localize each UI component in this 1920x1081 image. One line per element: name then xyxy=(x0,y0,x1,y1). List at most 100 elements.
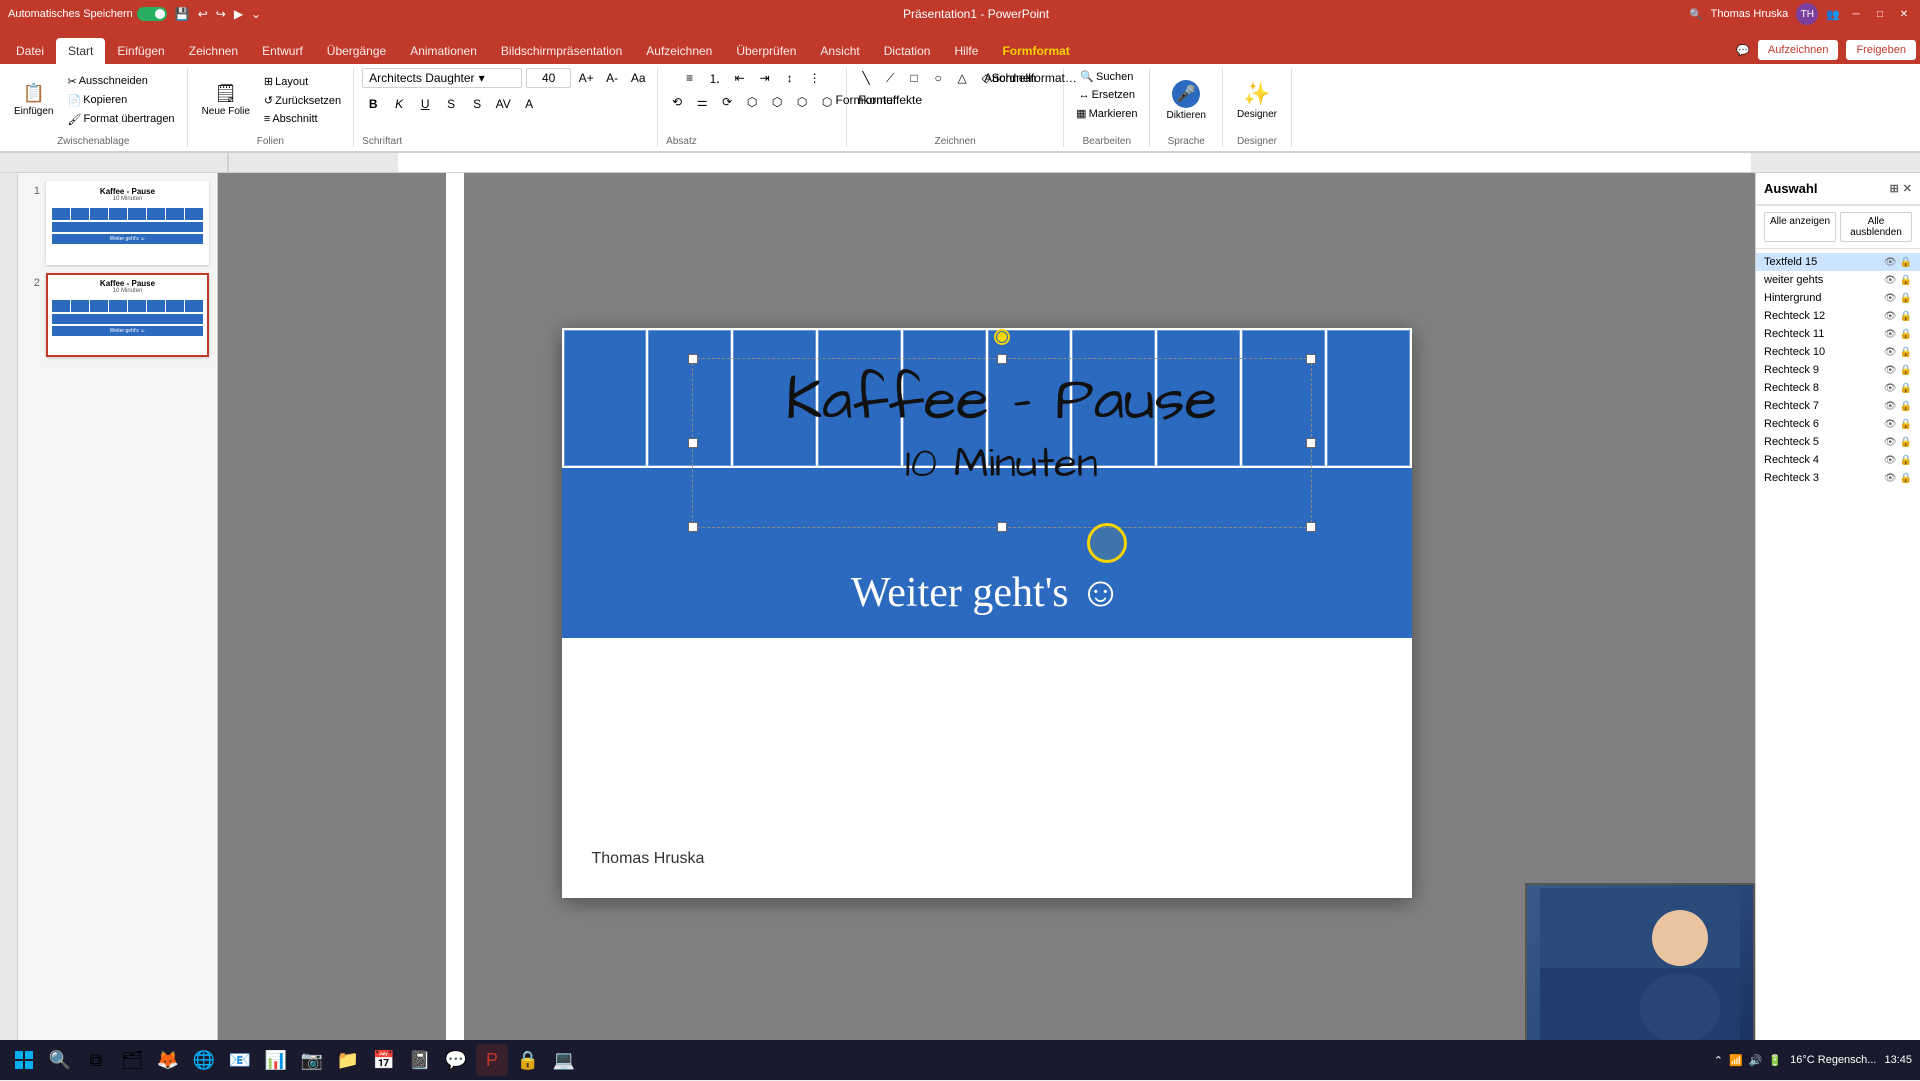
handle-top-right[interactable] xyxy=(1306,354,1316,364)
tab-hilfe[interactable]: Hilfe xyxy=(942,38,990,64)
tb-other2[interactable]: 💻 xyxy=(548,1044,580,1076)
visibility-icon-11[interactable]: 👁 xyxy=(1884,437,1897,448)
shape1[interactable]: ╲ xyxy=(855,68,877,88)
sel-item-rechteck6[interactable]: Rechteck 6 👁 🔒 xyxy=(1756,415,1920,433)
sel-item-rechteck3[interactable]: Rechteck 3 👁 🔒 xyxy=(1756,469,1920,487)
lock-icon-9[interactable]: 🔒 xyxy=(1900,401,1912,412)
italic-button[interactable]: K xyxy=(388,94,410,114)
font-color-button[interactable]: A xyxy=(518,94,540,114)
visibility-icon-9[interactable]: 👁 xyxy=(1884,401,1897,412)
tb-taskview[interactable]: ⧉ xyxy=(80,1044,112,1076)
freigeben-button[interactable]: Freigeben xyxy=(1846,40,1916,60)
format-ubertragen-button[interactable]: 🖌 Format übertragen xyxy=(63,111,178,128)
change-case-button[interactable]: Aa xyxy=(627,68,649,88)
lock-icon-6[interactable]: 🔒 xyxy=(1900,347,1912,358)
presentation-icon[interactable]: ▶ xyxy=(232,5,245,23)
tb-camera[interactable]: 📷 xyxy=(296,1044,328,1076)
tb-powerpoint[interactable]: P xyxy=(476,1044,508,1076)
visibility-icon-7[interactable]: 👁 xyxy=(1884,365,1897,376)
visibility-icon-2[interactable]: 👁 xyxy=(1884,275,1897,286)
visibility-icon[interactable]: 👁 xyxy=(1884,257,1897,268)
neue-folie-button[interactable]: 🗒 Neue Folie xyxy=(196,79,256,121)
lock-icon-13[interactable]: 🔒 xyxy=(1900,473,1912,484)
sel-item-textfeld15[interactable]: Textfeld 15 👁 🔒 xyxy=(1756,253,1920,271)
diktieren-button[interactable]: 🎤 Diktieren xyxy=(1158,76,1213,125)
designer-button[interactable]: ✨ Designer xyxy=(1231,77,1283,124)
slide-1-preview[interactable]: Kaffee - Pause 10 Minuten xyxy=(46,181,209,265)
textshadow-button[interactable]: S xyxy=(466,94,488,114)
shape3[interactable]: □ xyxy=(903,68,925,88)
lock-icon-5[interactable]: 🔒 xyxy=(1900,329,1912,340)
ersetzen-button[interactable]: ↔ Ersetzen xyxy=(1075,87,1139,103)
tab-start[interactable]: Start xyxy=(56,38,105,64)
sel-item-weitergehts[interactable]: weiter gehts 👁 🔒 xyxy=(1756,271,1920,289)
einfuegen-button[interactable]: 📋 Einfügen xyxy=(8,79,59,121)
handle-mid-right[interactable] xyxy=(1306,438,1316,448)
battery-icon[interactable]: 🔋 xyxy=(1768,1054,1782,1067)
show-all-button[interactable]: Alle anzeigen xyxy=(1764,212,1836,242)
columns-button[interactable]: ⋮ xyxy=(804,68,826,88)
panel-close-icon[interactable]: ✕ xyxy=(1903,182,1912,195)
canvas-area[interactable]: Kaffee - Pause 10 Minuten xyxy=(218,173,1755,1053)
sel-item-rechteck10[interactable]: Rechteck 10 👁 🔒 xyxy=(1756,343,1920,361)
tb-excel[interactable]: 📊 xyxy=(260,1044,292,1076)
tb-outlook[interactable]: 📧 xyxy=(224,1044,256,1076)
handle-bottom-right[interactable] xyxy=(1306,522,1316,532)
autosave-toggle[interactable]: Automatisches Speichern xyxy=(8,7,167,21)
visibility-icon-3[interactable]: 👁 xyxy=(1884,293,1897,304)
sel-item-rechteck8[interactable]: Rechteck 8 👁 🔒 xyxy=(1756,379,1920,397)
sel-item-rechteck5[interactable]: Rechteck 5 👁 🔒 xyxy=(1756,433,1920,451)
tab-uebergaenge[interactable]: Übergänge xyxy=(315,38,398,64)
comments-icon[interactable]: 💬 xyxy=(1736,44,1750,57)
autosave-toggle-pill[interactable] xyxy=(137,7,167,21)
tb-browser[interactable]: 🦊 xyxy=(152,1044,184,1076)
strikethrough-button[interactable]: S xyxy=(440,94,462,114)
align-right-button[interactable]: ⬡ xyxy=(791,92,813,112)
tb-files[interactable]: 🗂 xyxy=(116,1044,148,1076)
sel-item-rechteck12[interactable]: Rechteck 12 👁 🔒 xyxy=(1756,307,1920,325)
lock-icon-4[interactable]: 🔒 xyxy=(1900,311,1912,322)
tb-chrome[interactable]: 🌐 xyxy=(188,1044,220,1076)
visibility-icon-10[interactable]: 👁 xyxy=(1884,419,1897,430)
decrease-font-button[interactable]: A- xyxy=(601,68,623,88)
tab-dictation[interactable]: Dictation xyxy=(872,38,943,64)
slide-thumb-2[interactable]: 2 Kaffee - Pause 10 Minuten xyxy=(26,273,209,357)
suchen-button[interactable]: 🔍 Suchen xyxy=(1076,68,1137,85)
sel-item-rechteck9[interactable]: Rechteck 9 👁 🔒 xyxy=(1756,361,1920,379)
text-align-button[interactable]: ⚌ xyxy=(691,92,713,112)
bold-button[interactable]: B xyxy=(362,94,384,114)
maximize-button[interactable]: □ xyxy=(1872,6,1888,22)
align-center-button[interactable]: ⬡ xyxy=(766,92,788,112)
sel-item-hintergrund[interactable]: Hintergrund 👁 🔒 xyxy=(1756,289,1920,307)
search-icon[interactable]: 🔍 xyxy=(1689,8,1703,21)
increase-font-button[interactable]: A+ xyxy=(575,68,597,88)
handle-top-left[interactable] xyxy=(688,354,698,364)
tab-ueberpruefen[interactable]: Überprüfen xyxy=(724,38,808,64)
schnellformatvorlagen-button[interactable]: Schnellformat… xyxy=(1023,68,1045,88)
slide-thumb-1[interactable]: 1 Kaffee - Pause 10 Minuten xyxy=(26,181,209,265)
slide-canvas[interactable]: Kaffee - Pause 10 Minuten xyxy=(562,328,1412,898)
visibility-icon-4[interactable]: 👁 xyxy=(1884,311,1897,322)
volume-icon[interactable]: 🔊 xyxy=(1749,1054,1763,1067)
undo-icon[interactable]: ↩ xyxy=(196,5,210,23)
tab-bildschirm[interactable]: Bildschirmpräsentation xyxy=(489,38,634,64)
save-icon[interactable]: 💾 xyxy=(173,5,192,23)
lock-icon-2[interactable]: 🔒 xyxy=(1900,275,1912,286)
more-icon[interactable]: ⌄ xyxy=(249,5,263,23)
tab-datei[interactable]: Datei xyxy=(4,38,56,64)
bullet-list-button[interactable]: ≡ xyxy=(679,68,701,88)
aufzeichnen-button[interactable]: Aufzeichnen xyxy=(1758,40,1839,60)
hide-all-button[interactable]: Alle ausblenden xyxy=(1840,212,1912,242)
layout-button[interactable]: ⊞ Layout xyxy=(260,73,345,90)
numbered-list-button[interactable]: ⒈ xyxy=(704,68,726,88)
tb-teams[interactable]: 💬 xyxy=(440,1044,472,1076)
tray-icons[interactable]: ⌃ xyxy=(1714,1054,1723,1067)
lock-icon-3[interactable]: 🔒 xyxy=(1900,293,1912,304)
share-icon[interactable]: 👥 xyxy=(1826,8,1840,21)
lock-icon-11[interactable]: 🔒 xyxy=(1900,437,1912,448)
tab-zeichnen[interactable]: Zeichnen xyxy=(177,38,250,64)
lock-icon[interactable]: 🔒 xyxy=(1900,257,1912,268)
tab-einfuegen[interactable]: Einfügen xyxy=(105,38,176,64)
selected-text-box[interactable]: Kaffee - Pause 10 Minuten xyxy=(692,358,1312,528)
minimize-button[interactable]: ─ xyxy=(1848,6,1864,22)
